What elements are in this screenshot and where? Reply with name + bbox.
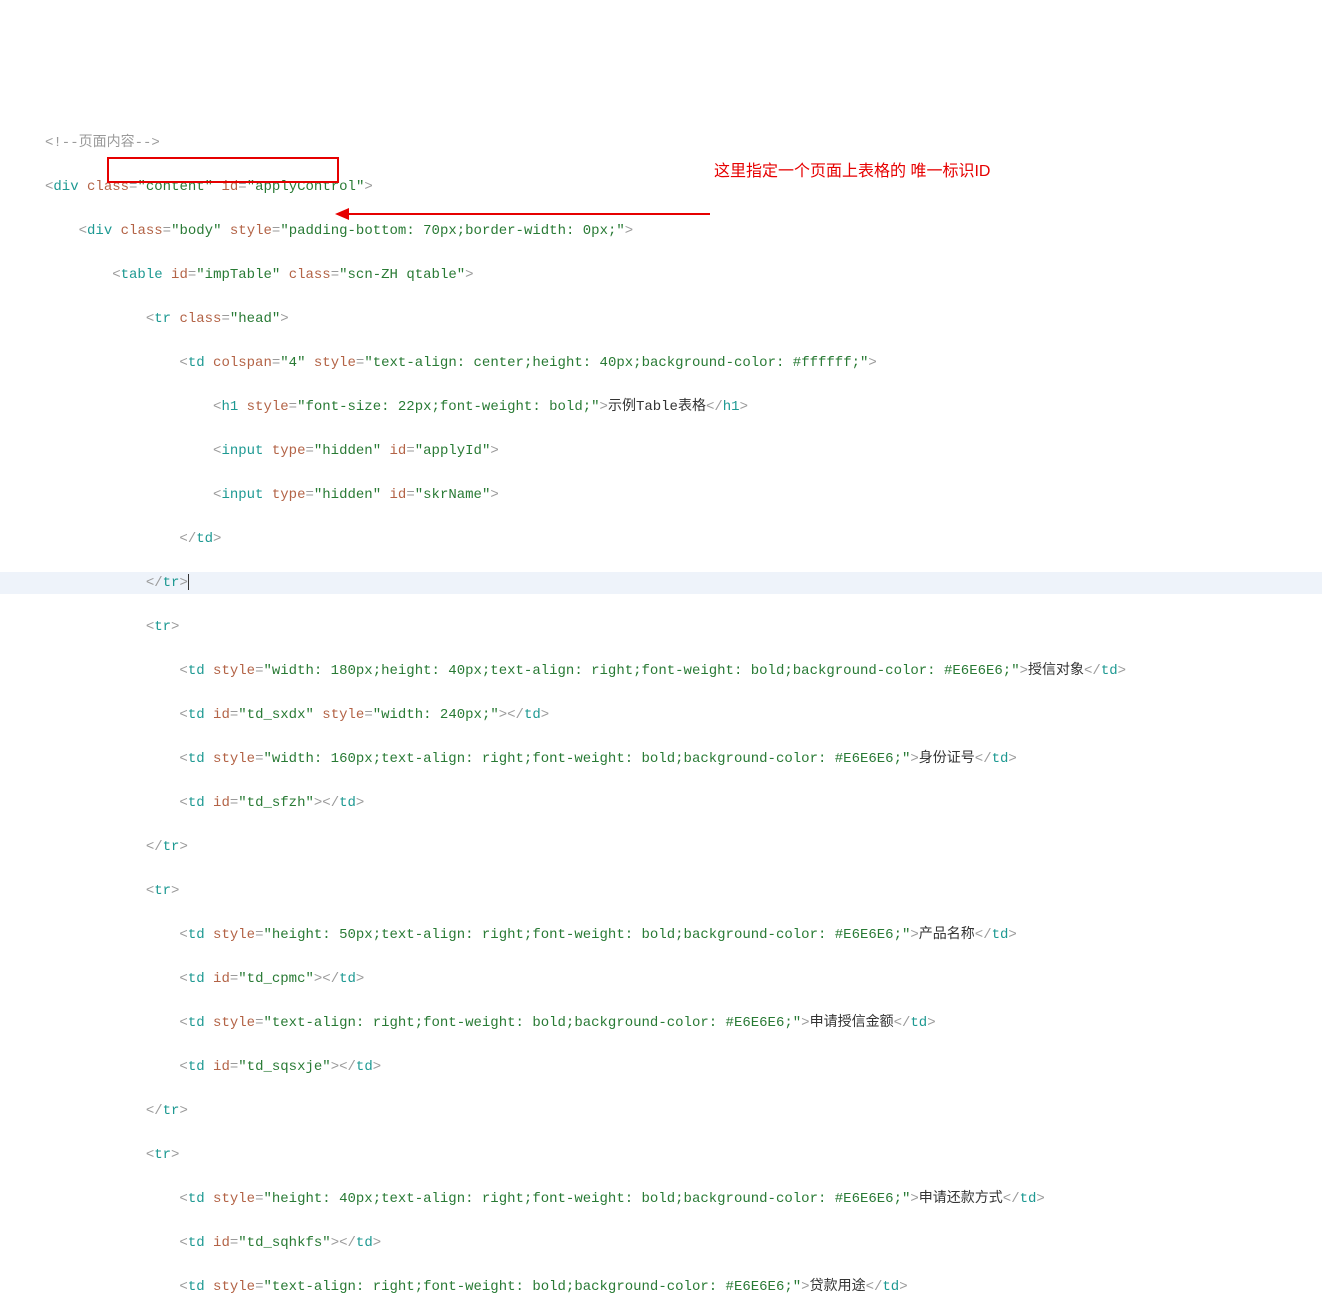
code-line: <tr> — [0, 616, 1322, 638]
code-line: </tr> — [0, 836, 1322, 858]
code-line: <tr> — [0, 880, 1322, 902]
code-line: <td id="td_sqhkfs"></td> — [0, 1232, 1322, 1254]
code-line: <td id="td_sqsxje"></td> — [0, 1056, 1322, 1078]
code-line: </td> — [0, 528, 1322, 550]
code-line: <td colspan="4" style="text-align: cente… — [0, 352, 1322, 374]
code-line: </tr> — [0, 1100, 1322, 1122]
code-line: <td style="width: 160px;text-align: righ… — [0, 748, 1322, 770]
annotation-label: 这里指定一个页面上表格的 唯一标识ID — [714, 161, 990, 183]
code-line: <h1 style="font-size: 22px;font-weight: … — [0, 396, 1322, 418]
code-line: <div class="content" id="applyControl"> — [0, 176, 1322, 198]
code-line: <td id="td_sxdx" style="width: 240px;"><… — [0, 704, 1322, 726]
code-line: <td style="height: 50px;text-align: righ… — [0, 924, 1322, 946]
code-line: <td id="td_sfzh"></td> — [0, 792, 1322, 814]
code-line: <input type="hidden" id="skrName"> — [0, 484, 1322, 506]
code-line: <tr> — [0, 1144, 1322, 1166]
html-comment: <!--页面内容--> — [45, 135, 160, 151]
code-editor-viewport: <!--页面内容--> <div class="content" id="app… — [0, 88, 1322, 1304]
code-line-highlighted: </tr> — [0, 572, 1322, 594]
code-line: <input type="hidden" id="applyId"> — [0, 440, 1322, 462]
code-line: <td style="height: 40px;text-align: righ… — [0, 1188, 1322, 1210]
code-line: <div class="body" style="padding-bottom:… — [0, 220, 1322, 242]
code-line: <td style="text-align: right;font-weight… — [0, 1276, 1322, 1298]
text-cursor — [188, 574, 189, 590]
code-line: <td id="td_cpmc"></td> — [0, 968, 1322, 990]
code-line: <td style="width: 180px;height: 40px;tex… — [0, 660, 1322, 682]
code-line: <table id="impTable" class="scn-ZH qtabl… — [0, 264, 1322, 286]
code-line: <!--页面内容--> — [0, 132, 1322, 154]
code-line: <td style="text-align: right;font-weight… — [0, 1012, 1322, 1034]
code-line: <tr class="head"> — [0, 308, 1322, 330]
